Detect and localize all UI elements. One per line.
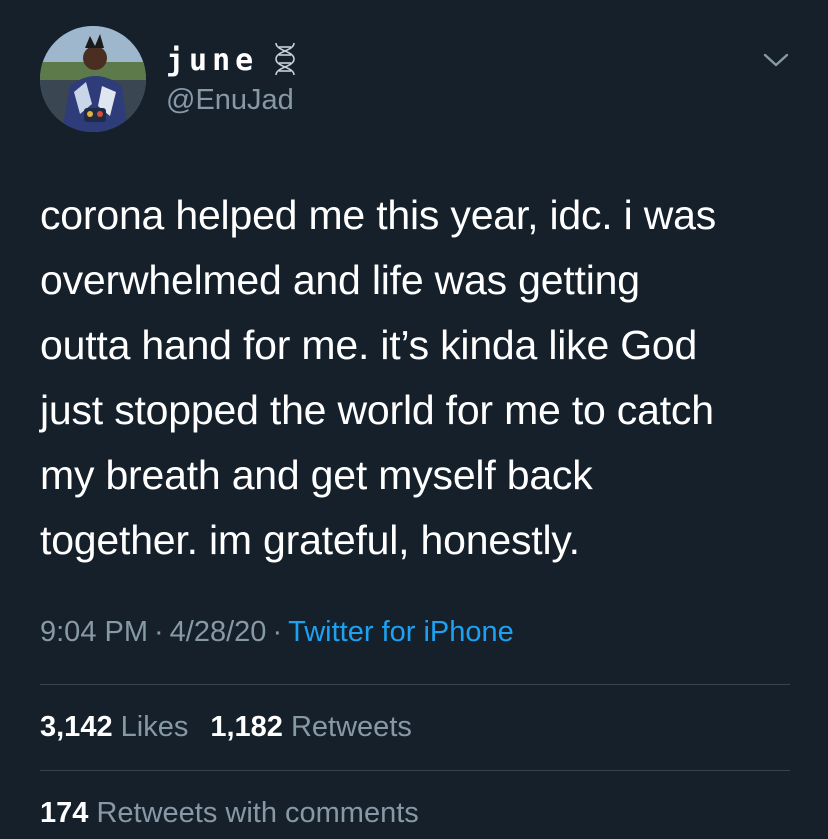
divider <box>40 770 790 771</box>
tweet-source-link[interactable]: Twitter for iPhone <box>288 616 514 648</box>
retweets-count: 1,182 <box>210 711 283 743</box>
display-name[interactable]: june <box>166 43 258 78</box>
likes-label: Likes <box>120 711 189 743</box>
retweets-label: Retweets <box>290 711 412 743</box>
engagement-stats: 3,142 Likes 1,182 Retweets <box>40 711 412 744</box>
quotes-stat[interactable]: 174 Retweets with comments <box>40 797 419 829</box>
tweet-date[interactable]: 4/28/20 <box>170 616 267 648</box>
avatar-photo <box>40 26 146 132</box>
dna-icon <box>270 41 300 79</box>
tweet-time[interactable]: 9:04 PM <box>40 616 148 648</box>
tweet-meta: 9:04 PM · 4/28/20 · Twitter for iPhone <box>40 616 514 649</box>
avatar[interactable] <box>40 26 146 132</box>
user-names: june @EnuJad <box>166 40 300 117</box>
display-name-row: june <box>166 40 300 80</box>
quotes-count: 174 <box>40 797 89 829</box>
divider <box>40 684 790 685</box>
user-handle[interactable]: @EnuJad <box>166 84 300 117</box>
meta-separator: · <box>272 616 283 648</box>
quote-stats: 174 Retweets with comments <box>40 797 419 830</box>
meta-separator: · <box>154 616 164 648</box>
retweets-stat[interactable]: 1,182 Retweets <box>210 711 412 743</box>
quotes-label: Retweets with comments <box>96 797 419 829</box>
tweet-text: corona helped me this year, idc. i was o… <box>40 192 717 563</box>
tweet-card: june @EnuJad corona helped me this year,… <box>0 0 828 839</box>
likes-stat[interactable]: 3,142 Likes <box>40 711 188 743</box>
likes-count: 3,142 <box>40 711 113 743</box>
chevron-down-icon[interactable] <box>762 50 790 70</box>
tweet-header: june @EnuJad <box>40 26 800 138</box>
